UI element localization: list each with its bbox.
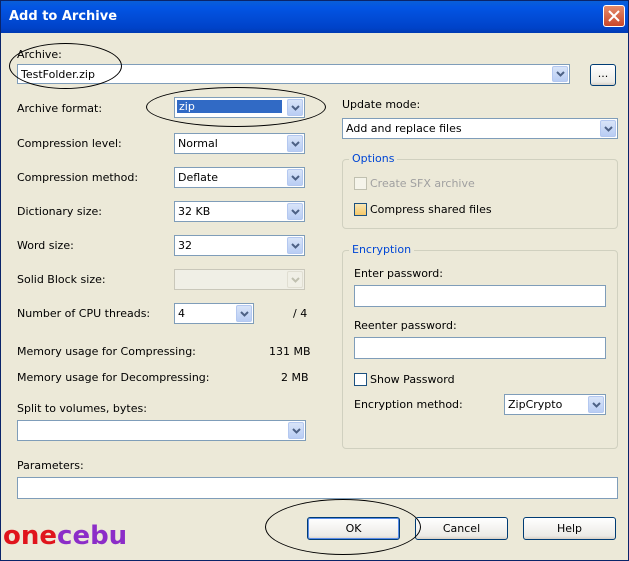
chevron-down-icon xyxy=(592,401,601,408)
cpu-threads-max: / 4 xyxy=(293,307,308,320)
window-title: Add to Archive xyxy=(9,9,118,24)
create-sfx-label: Create SFX archive xyxy=(370,177,475,190)
memory-decompress-label: Memory usage for Decompressing: xyxy=(17,371,210,384)
cpu-threads-dropdown-button[interactable] xyxy=(236,305,252,322)
chevron-down-icon xyxy=(291,208,300,215)
parameters-input[interactable] xyxy=(17,477,618,499)
browse-button[interactable]: ... xyxy=(590,64,616,86)
update-mode-combo[interactable]: Add and replace files xyxy=(342,118,618,139)
memory-compress-label: Memory usage for Compressing: xyxy=(17,345,196,358)
chevron-down-icon xyxy=(240,310,249,317)
chevron-down-icon xyxy=(291,140,300,147)
compression-method-label: Compression method: xyxy=(17,171,139,184)
encryption-method-combo[interactable]: ZipCrypto xyxy=(504,394,606,415)
compression-level-dropdown-button[interactable] xyxy=(287,135,303,152)
chevron-down-icon xyxy=(292,427,301,434)
compression-level-label: Compression level: xyxy=(17,137,122,150)
solid-block-size-dropdown-button xyxy=(287,271,303,288)
encryption-method-value: ZipCrypto xyxy=(508,398,563,411)
cpu-threads-label: Number of CPU threads: xyxy=(17,307,151,320)
split-volumes-dropdown-button[interactable] xyxy=(288,422,304,439)
word-size-label: Word size: xyxy=(17,239,74,252)
split-volumes-label: Split to volumes, bytes: xyxy=(17,402,147,415)
dictionary-size-combo[interactable]: 32 KB xyxy=(174,201,305,222)
compression-level-combo[interactable]: Normal xyxy=(174,133,305,154)
options-legend: Options xyxy=(349,152,398,165)
close-button[interactable] xyxy=(603,5,625,27)
enter-password-input[interactable] xyxy=(354,285,606,307)
cancel-button[interactable]: Cancel xyxy=(415,517,508,540)
chevron-down-icon xyxy=(291,242,300,249)
cpu-threads-combo[interactable]: 4 xyxy=(174,303,254,324)
add-to-archive-dialog: Add to Archive Archive: TestFolder.zip .… xyxy=(0,0,629,561)
annotation-ellipse-archive xyxy=(9,43,122,89)
update-mode-dropdown-button[interactable] xyxy=(600,120,616,137)
chevron-down-icon xyxy=(291,276,300,283)
title-bar: Add to Archive xyxy=(1,1,628,33)
compression-method-combo[interactable]: Deflate xyxy=(174,167,305,188)
help-button[interactable]: Help xyxy=(523,517,616,540)
encryption-method-label: Encryption method: xyxy=(354,398,463,411)
compress-shared-checkbox[interactable] xyxy=(354,203,367,216)
archive-format-label: Archive format: xyxy=(17,102,103,115)
encryption-legend: Encryption xyxy=(349,243,415,256)
memory-decompress-value: 2 MB xyxy=(281,371,309,384)
update-mode-value: Add and replace files xyxy=(346,122,462,135)
word-size-dropdown-button[interactable] xyxy=(287,237,303,254)
onecebu-watermark: onecebu xyxy=(3,521,127,551)
encryption-method-dropdown-button[interactable] xyxy=(588,396,604,413)
watermark-text-one: one xyxy=(3,521,58,551)
chevron-down-icon xyxy=(556,71,565,77)
watermark-text-ebu: ebu xyxy=(72,521,128,551)
compress-shared-label: Compress shared files xyxy=(370,203,492,216)
enter-password-label: Enter password: xyxy=(354,267,443,280)
reenter-password-input[interactable] xyxy=(354,337,606,359)
parameters-label: Parameters: xyxy=(17,459,84,472)
cpu-threads-value: 4 xyxy=(178,307,185,320)
archive-dropdown-button[interactable] xyxy=(552,66,568,82)
solid-block-size-combo xyxy=(174,269,305,290)
compression-method-value: Deflate xyxy=(178,171,218,184)
memory-compress-value: 131 MB xyxy=(269,345,311,358)
show-password-label: Show Password xyxy=(370,373,455,386)
chevron-down-icon xyxy=(291,174,300,181)
compression-method-dropdown-button[interactable] xyxy=(287,169,303,186)
dictionary-size-dropdown-button[interactable] xyxy=(287,203,303,220)
close-icon xyxy=(608,10,620,22)
word-size-combo[interactable]: 32 xyxy=(174,235,305,256)
dictionary-size-label: Dictionary size: xyxy=(17,205,102,218)
create-sfx-checkbox xyxy=(354,177,367,190)
dictionary-size-value: 32 KB xyxy=(178,205,211,218)
solid-block-size-label: Solid Block size: xyxy=(17,273,106,286)
annotation-ellipse-format xyxy=(146,87,326,127)
compression-level-value: Normal xyxy=(178,137,218,150)
options-group: Options xyxy=(342,152,618,229)
reenter-password-label: Reenter password: xyxy=(354,319,457,332)
chevron-down-icon xyxy=(604,125,613,132)
split-volumes-combo[interactable] xyxy=(17,420,306,441)
watermark-text-c: c xyxy=(57,521,73,551)
show-password-checkbox[interactable] xyxy=(354,373,367,386)
annotation-ellipse-ok xyxy=(265,499,421,555)
update-mode-label: Update mode: xyxy=(342,98,421,111)
word-size-value: 32 xyxy=(178,239,192,252)
